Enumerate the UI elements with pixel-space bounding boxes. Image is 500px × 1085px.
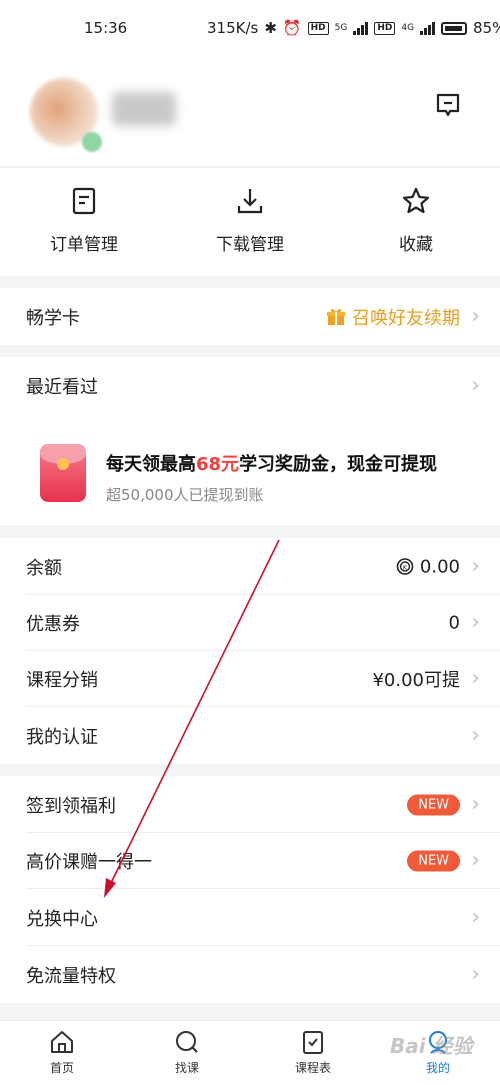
- chevron-right-icon: ›: [471, 303, 480, 329]
- status-time: 15:36: [84, 19, 128, 37]
- tab-home[interactable]: 首页: [22, 1029, 102, 1076]
- profile-header: ██: [0, 56, 500, 166]
- gift-icon: [327, 308, 345, 325]
- alarm-icon: ⏰: [282, 19, 302, 37]
- balance-label: 余额: [26, 557, 62, 579]
- new-badge: NEW: [407, 850, 460, 872]
- chevron-right-icon: ›: [471, 372, 480, 398]
- svg-text:K: K: [403, 564, 408, 572]
- new-badge: NEW: [407, 794, 460, 815]
- bottom-tab-bar: 首页 找课 课程表 我的: [0, 1020, 500, 1085]
- tab-find-course[interactable]: 找课: [147, 1029, 227, 1076]
- profile-icon: [429, 1031, 447, 1054]
- username[interactable]: ██: [112, 92, 176, 126]
- chevron-right-icon: ›: [471, 904, 480, 930]
- course-distribution-value: ¥0.00可提: [372, 670, 460, 691]
- battery-percent: 85%: [473, 19, 500, 37]
- free-data-privilege-row[interactable]: 免流量特权 ›: [0, 946, 500, 1003]
- favorites-label: 收藏: [399, 235, 433, 255]
- status-bar: 15:36 315K/s ✱ ⏰ HD 5G HD 4G 85%: [0, 0, 500, 56]
- learning-card-row[interactable]: 畅学卡 召唤好友续期 ›: [0, 288, 500, 345]
- order-management-button[interactable]: 订单管理: [24, 186, 144, 255]
- chevron-right-icon: ›: [471, 848, 480, 873]
- download-icon: [237, 189, 263, 214]
- checkin-benefits-label: 签到领福利: [26, 795, 116, 817]
- red-envelope-icon: [40, 444, 86, 502]
- schedule-icon: [303, 1031, 323, 1054]
- signal-icon-1: [353, 21, 369, 35]
- chevron-right-icon: ›: [471, 791, 480, 817]
- star-icon: [402, 187, 430, 214]
- free-data-privilege-label: 免流量特权: [26, 965, 116, 987]
- promo-title-suffix: 学习奖励金，现金可提现: [239, 454, 438, 475]
- order-management-label: 订单管理: [50, 235, 118, 255]
- chevron-right-icon: ›: [471, 961, 480, 987]
- redeem-center-label: 兑换中心: [26, 908, 98, 930]
- message-icon[interactable]: [435, 92, 461, 118]
- balance-value: K 0.00: [396, 556, 460, 577]
- battery-icon: [441, 21, 468, 35]
- bluetooth-icon: ✱: [264, 19, 277, 37]
- coin-icon: K: [396, 558, 414, 575]
- redeem-center-row[interactable]: 兑换中心 ›: [0, 889, 500, 946]
- promo-title: 每天领最高68元学习奖励金，现金可提现: [106, 450, 437, 476]
- network-speed: 315K/s: [207, 19, 259, 37]
- course-distribution-row[interactable]: 课程分销 ¥0.00可提 ›: [0, 651, 500, 707]
- home-icon: [51, 1031, 73, 1053]
- network-5g-label: 5G: [334, 23, 348, 33]
- download-management-label: 下载管理: [216, 235, 284, 255]
- reward-promo-banner[interactable]: 每天领最高68元学习奖励金，现金可提现 超50,000人已提现到账: [0, 414, 500, 525]
- balance-row[interactable]: 余额 K 0.00 ›: [0, 538, 500, 595]
- download-management-button[interactable]: 下载管理: [190, 186, 310, 255]
- balance-amount: 0.00: [419, 556, 460, 577]
- coupon-label: 优惠券: [26, 614, 80, 635]
- chevron-right-icon: ›: [471, 610, 480, 635]
- tab-find-course-label: 找课: [174, 1061, 199, 1075]
- tab-schedule-label: 课程表: [294, 1061, 331, 1075]
- checkin-benefits-row[interactable]: 签到领福利 NEW ›: [0, 776, 500, 833]
- course-distribution-label: 课程分销: [26, 670, 98, 691]
- recently-viewed-label: 最近看过: [26, 376, 98, 398]
- signal-icon-2: [420, 21, 436, 35]
- tab-home-label: 首页: [49, 1061, 74, 1075]
- favorites-button[interactable]: 收藏: [356, 186, 476, 255]
- avatar-badge: [82, 132, 102, 152]
- invite-renew-text: 召唤好友续期: [352, 307, 460, 329]
- premium-course-gift-row[interactable]: 高价课赠一得一 NEW ›: [0, 833, 500, 889]
- chevron-right-icon: ›: [471, 666, 480, 691]
- my-certification-row[interactable]: 我的认证 ›: [0, 707, 500, 764]
- chevron-right-icon: ›: [471, 553, 480, 579]
- status-icons: 315K/s ✱ ⏰ HD 5G HD 4G 85%: [207, 19, 500, 37]
- promo-title-prefix: 每天领最高: [106, 454, 196, 475]
- invite-renew[interactable]: 召唤好友续期: [326, 304, 460, 330]
- tab-profile-label: 我的: [425, 1061, 450, 1075]
- tab-schedule[interactable]: 课程表: [273, 1029, 353, 1076]
- search-icon: [176, 1031, 198, 1053]
- network-4g-label: 4G: [401, 23, 415, 33]
- my-certification-label: 我的认证: [26, 726, 98, 748]
- recently-viewed-row[interactable]: 最近看过 ›: [0, 357, 500, 414]
- chevron-right-icon: ›: [471, 722, 480, 748]
- coupon-count: 0: [448, 612, 460, 634]
- tab-profile[interactable]: 我的: [398, 1029, 478, 1076]
- promo-subtitle: 超50,000人已提现到账: [106, 486, 264, 504]
- hd-badge-1: HD: [307, 21, 329, 35]
- learning-card-label: 畅学卡: [26, 307, 80, 329]
- promo-highlight-amount: 68元: [196, 454, 240, 475]
- premium-course-gift-label: 高价课赠一得一: [26, 852, 152, 873]
- coupon-row[interactable]: 优惠券 0 ›: [0, 595, 500, 651]
- order-icon: [72, 187, 96, 215]
- hd-badge-2: HD: [374, 21, 396, 35]
- quick-actions: 订单管理 下载管理 收藏: [0, 167, 500, 276]
